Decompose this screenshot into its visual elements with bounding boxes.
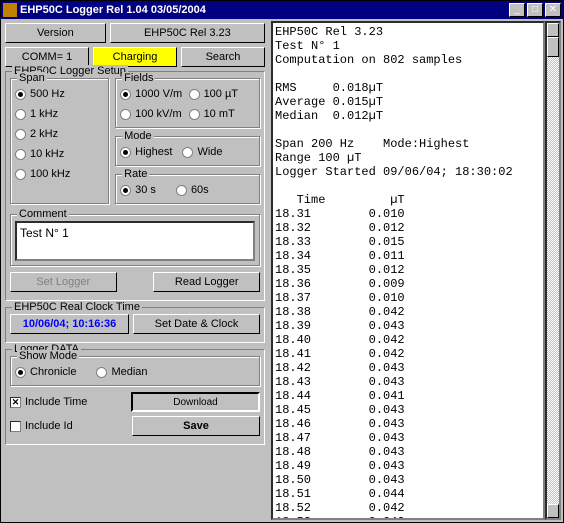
set-logger-button[interactable]: Set Logger (10, 272, 117, 292)
search-button[interactable]: Search (181, 47, 265, 67)
mode-option[interactable]: Wide (182, 143, 222, 161)
fields-option[interactable]: 100 µT (189, 85, 255, 103)
include-time-label: Include Time (25, 396, 87, 408)
fields-group: Fields 1000 V/m100 µT100 kV/m10 mT (115, 78, 260, 128)
show-mode-option[interactable]: Median (96, 363, 147, 381)
include-time-checkbox[interactable]: ✕Include Time (10, 396, 127, 408)
titlebar: EHP50C Logger Rel 1.04 03/05/2004 _ □ ✕ (1, 1, 563, 19)
close-button[interactable]: ✕ (545, 3, 561, 17)
scroll-up-icon[interactable] (547, 23, 559, 37)
fields-option[interactable]: 1000 V/m (120, 85, 186, 103)
fields-option[interactable]: 10 mT (189, 105, 255, 123)
comment-input[interactable]: Test N° 1 (15, 221, 255, 261)
span-option[interactable]: 1 kHz (15, 105, 104, 123)
include-id-label: Include Id (25, 420, 73, 432)
rate-legend: Rate (122, 168, 149, 180)
read-logger-button[interactable]: Read Logger (153, 272, 260, 292)
comment-legend: Comment (17, 208, 69, 220)
rate-option[interactable]: 30 s (120, 181, 156, 199)
mode-legend: Mode (122, 130, 154, 142)
download-button[interactable]: Download (131, 392, 260, 412)
rel-button[interactable]: EHP50C Rel 3.23 (110, 23, 265, 43)
maximize-button[interactable]: □ (527, 3, 543, 17)
minimize-button[interactable]: _ (509, 3, 525, 17)
show-mode-option[interactable]: Chronicle (15, 363, 76, 381)
rate-group: Rate 30 s60s (115, 174, 260, 204)
show-mode-group: Show Mode ChronicleMedian (10, 356, 260, 386)
fields-option[interactable]: 100 kV/m (120, 105, 186, 123)
app-icon (3, 3, 17, 17)
scroll-thumb[interactable] (547, 37, 559, 57)
span-group: Span 500 Hz1 kHz2 kHz10 kHz100 kHz (10, 78, 109, 204)
clock-legend: EHP50C Real Clock Time (12, 301, 142, 313)
scroll-down-icon[interactable] (547, 504, 559, 518)
show-mode-legend: Show Mode (17, 350, 79, 362)
logger-setup-group: EHP50C Logger Setup Span 500 Hz1 kHz2 kH… (5, 71, 265, 301)
comm-button[interactable]: COMM= 1 (5, 47, 89, 67)
log-output[interactable]: EHP50C Rel 3.23 Test N° 1 Computation on… (271, 21, 545, 520)
scroll-track[interactable] (547, 57, 559, 504)
clock-display: 10/06/04; 10:16:36 (10, 314, 129, 334)
mode-group: Mode HighestWide (115, 136, 260, 166)
save-button[interactable]: Save (132, 416, 260, 436)
set-clock-button[interactable]: Set Date & Clock (133, 314, 260, 334)
span-option[interactable]: 100 kHz (15, 165, 104, 183)
comment-group: Comment Test N° 1 (10, 214, 260, 266)
version-button[interactable]: Version (5, 23, 106, 43)
mode-option[interactable]: Highest (120, 143, 172, 161)
window-title: EHP50C Logger Rel 1.04 03/05/2004 (20, 4, 507, 16)
span-option[interactable]: 500 Hz (15, 85, 104, 103)
span-option[interactable]: 2 kHz (15, 125, 104, 143)
rate-option[interactable]: 60s (176, 181, 209, 199)
app-window: EHP50C Logger Rel 1.04 03/05/2004 _ □ ✕ … (0, 0, 564, 523)
logger-data-group: Logger DATA Show Mode ChronicleMedian ✕I… (5, 349, 265, 445)
fields-legend: Fields (122, 72, 155, 84)
charging-indicator: Charging (93, 47, 177, 67)
clock-group: EHP50C Real Clock Time 10/06/04; 10:16:3… (5, 307, 265, 343)
include-id-checkbox[interactable]: Include Id (10, 420, 128, 432)
span-legend: Span (17, 72, 47, 84)
span-option[interactable]: 10 kHz (15, 145, 104, 163)
scrollbar[interactable] (545, 21, 561, 520)
left-panel: Version EHP50C Rel 3.23 COMM= 1 Charging… (1, 19, 269, 522)
